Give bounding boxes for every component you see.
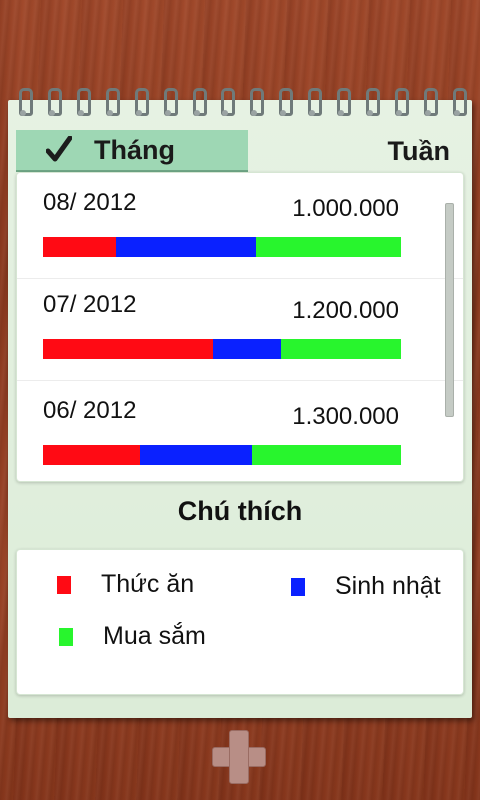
spiral-ring [249, 88, 265, 120]
spiral-ring [105, 88, 120, 120]
legend-label: Thức ăn [101, 570, 195, 598]
spending-bar [43, 237, 401, 257]
spiral-ring [18, 88, 33, 120]
bar-segment [43, 339, 214, 359]
spending-bar [43, 445, 401, 465]
spiral-ring [394, 88, 409, 120]
legend-swatch-shopping [59, 627, 73, 646]
month-row[interactable]: 07/ 2012 1.200.000 [17, 275, 463, 381]
spiral-ring [307, 88, 323, 120]
spiral-ring [76, 88, 91, 120]
spiral-ring [192, 88, 207, 120]
spiral-binding [12, 88, 468, 124]
bar-segment [281, 339, 401, 359]
tab-month-label: Tháng [94, 134, 175, 165]
month-row[interactable]: 08/ 2012 1.000.000 [17, 173, 463, 279]
tab-week[interactable]: Tuần [248, 130, 464, 172]
month-label: 06/ 2012 [43, 397, 137, 424]
legend-item-birthday: Sinh nhật [291, 572, 441, 601]
legend-swatch-birthday [291, 577, 305, 596]
month-row[interactable]: 06/ 2012 1.300.000 [17, 381, 463, 481]
bar-segment [252, 445, 401, 465]
month-amount: 1.300.000 [292, 403, 399, 430]
scrollbar[interactable] [445, 203, 454, 417]
bar-segment [43, 445, 140, 465]
check-icon [45, 135, 73, 164]
spiral-ring [278, 88, 294, 120]
legend-item-food: Thức ăn [57, 570, 194, 599]
bar-segment [43, 237, 117, 257]
spiral-ring [220, 88, 236, 120]
spiral-ring [452, 88, 467, 120]
spiral-ring [163, 88, 178, 120]
legend-label: Mua sắm [103, 622, 206, 650]
bar-segment [213, 339, 282, 359]
bar-segment [139, 445, 253, 465]
month-amount: 1.000.000 [292, 195, 399, 222]
month-list[interactable]: 08/ 2012 1.000.000 07/ 2012 1.200.000 06… [16, 172, 464, 482]
bar-segment [116, 237, 256, 257]
legend-label: Sinh nhật [335, 572, 441, 600]
month-amount: 1.200.000 [292, 297, 399, 324]
legend-title: Chú thích [177, 496, 303, 526]
month-label: 08/ 2012 [43, 189, 137, 216]
month-label: 07/ 2012 [43, 291, 137, 318]
add-button[interactable] [212, 730, 266, 784]
tab-month[interactable]: Tháng [16, 130, 248, 172]
spiral-ring [134, 88, 149, 120]
spiral-ring [47, 88, 62, 120]
tab-week-label: Tuần [387, 135, 451, 166]
bar-segment [255, 237, 401, 257]
tab-bar: Tháng Tuần [16, 130, 464, 172]
spending-bar [43, 339, 401, 359]
legend-panel: Thức ăn Sinh nhật Mua sắm [16, 549, 464, 695]
spiral-ring [365, 88, 381, 120]
spiral-ring [336, 88, 352, 120]
spiral-ring [423, 88, 438, 120]
legend-swatch-food [57, 575, 71, 594]
legend-item-shopping: Mua sắm [59, 622, 206, 651]
